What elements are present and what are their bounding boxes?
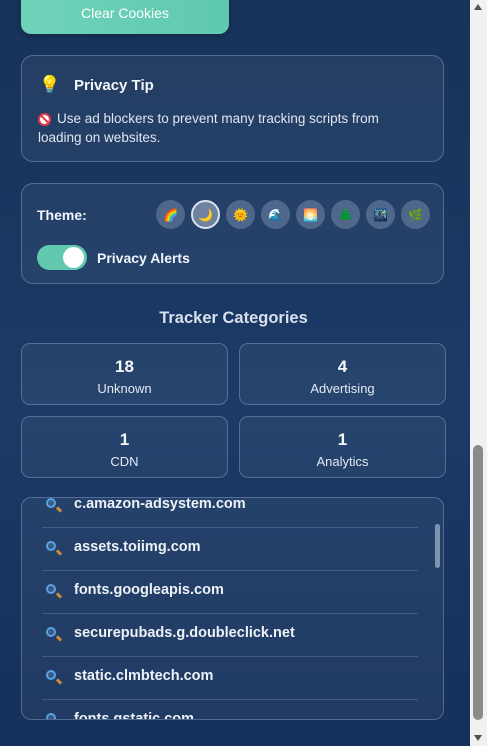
magnifier-icon bbox=[46, 498, 56, 508]
theme-label: Theme: bbox=[37, 207, 87, 223]
domain-name: assets.toiimg.com bbox=[74, 539, 201, 555]
category-label: Analytics bbox=[316, 454, 369, 469]
category-card-advertising[interactable]: 4 Advertising bbox=[239, 343, 446, 405]
domain-name: c.amazon-adsystem.com bbox=[74, 497, 246, 512]
privacy-alerts-label: Privacy Alerts bbox=[97, 250, 190, 266]
clear-cookies-button[interactable]: Clear Cookies bbox=[21, 0, 229, 34]
lightbulb-icon: 💡 bbox=[39, 75, 61, 94]
settings-card: Theme: 🌈 🌙 🌞 🌊 🌅 🌲 🌃 🌿 Privacy Alerts bbox=[21, 183, 444, 284]
domain-name: securepubads.g.doubleclick.net bbox=[74, 625, 295, 641]
magnifier-icon bbox=[46, 670, 56, 680]
category-count: 4 bbox=[337, 357, 348, 376]
list-item[interactable]: securepubads.g.doubleclick.net bbox=[42, 613, 418, 657]
leaf-icon: 🌿 bbox=[408, 207, 423, 222]
list-scrollbar[interactable] bbox=[435, 504, 440, 714]
category-card-cdn[interactable]: 1 CDN bbox=[21, 416, 228, 478]
list-item[interactable]: fonts.gstatic.com bbox=[42, 699, 418, 720]
domain-name: fonts.gstatic.com bbox=[74, 711, 195, 720]
magnifier-icon bbox=[46, 713, 56, 719]
list-item[interactable]: c.amazon-adsystem.com bbox=[42, 497, 418, 528]
category-card-unknown[interactable]: 18 Unknown bbox=[21, 343, 228, 405]
theme-option-rainbow[interactable]: 🌈 bbox=[156, 200, 185, 229]
list-item[interactable]: static.clmbtech.com bbox=[42, 656, 418, 700]
theme-option-sunset[interactable]: 🌅 bbox=[296, 200, 325, 229]
tracker-categories-title: Tracker Categories bbox=[159, 309, 308, 327]
scroll-down-icon[interactable] bbox=[474, 735, 482, 741]
wave-icon: 🌊 bbox=[268, 207, 283, 222]
theme-option-moon[interactable]: 🌙 bbox=[191, 200, 220, 229]
page-scrollbar[interactable] bbox=[470, 0, 487, 746]
category-label: Advertising bbox=[310, 381, 375, 396]
sunset-icon: 🌅 bbox=[303, 207, 318, 222]
theme-option-leaf[interactable]: 🌿 bbox=[401, 200, 430, 229]
toggle-knob bbox=[63, 247, 84, 268]
magnifier-icon bbox=[46, 584, 56, 594]
tree-icon: 🌲 bbox=[338, 207, 353, 222]
list-item[interactable]: fonts.googleapis.com bbox=[42, 570, 418, 614]
privacy-tip-title: Privacy Tip bbox=[74, 77, 154, 94]
theme-option-sun[interactable]: 🌞 bbox=[226, 200, 255, 229]
magnifier-icon bbox=[46, 627, 56, 637]
rainbow-icon: 🌈 bbox=[163, 207, 178, 222]
night-city-icon: 🌃 bbox=[373, 207, 388, 222]
privacy-tip-text: Use ad blockers to prevent many tracking… bbox=[38, 111, 379, 145]
category-count: 18 bbox=[115, 357, 134, 376]
category-label: CDN bbox=[110, 454, 139, 469]
theme-option-night-city[interactable]: 🌃 bbox=[366, 200, 395, 229]
magnifier-icon bbox=[46, 541, 56, 551]
sun-icon: 🌞 bbox=[233, 207, 248, 222]
category-count: 1 bbox=[337, 430, 348, 449]
list-item[interactable]: assets.toiimg.com bbox=[42, 527, 418, 571]
privacy-alerts-toggle[interactable] bbox=[37, 245, 87, 270]
privacy-tip-card: 💡 Privacy Tip Use ad blockers to prevent… bbox=[21, 55, 444, 162]
category-card-analytics[interactable]: 1 Analytics bbox=[239, 416, 446, 478]
domain-name: static.clmbtech.com bbox=[74, 668, 214, 684]
category-label: Unknown bbox=[97, 381, 152, 396]
moon-icon: 🌙 bbox=[198, 207, 213, 222]
page-scrollbar-thumb[interactable] bbox=[473, 445, 483, 720]
theme-option-wave[interactable]: 🌊 bbox=[261, 200, 290, 229]
category-count: 1 bbox=[119, 430, 130, 449]
prohibited-icon bbox=[38, 113, 51, 126]
domain-name: fonts.googleapis.com bbox=[74, 582, 224, 598]
popup-content: Clear Cookies 💡 Privacy Tip Use ad block… bbox=[0, 0, 470, 746]
theme-option-tree[interactable]: 🌲 bbox=[331, 200, 360, 229]
tracker-domain-list[interactable]: c.amazon-adsystem.com assets.toiimg.com … bbox=[21, 497, 444, 720]
list-scrollbar-thumb[interactable] bbox=[435, 524, 440, 568]
scroll-up-icon[interactable] bbox=[474, 4, 482, 10]
